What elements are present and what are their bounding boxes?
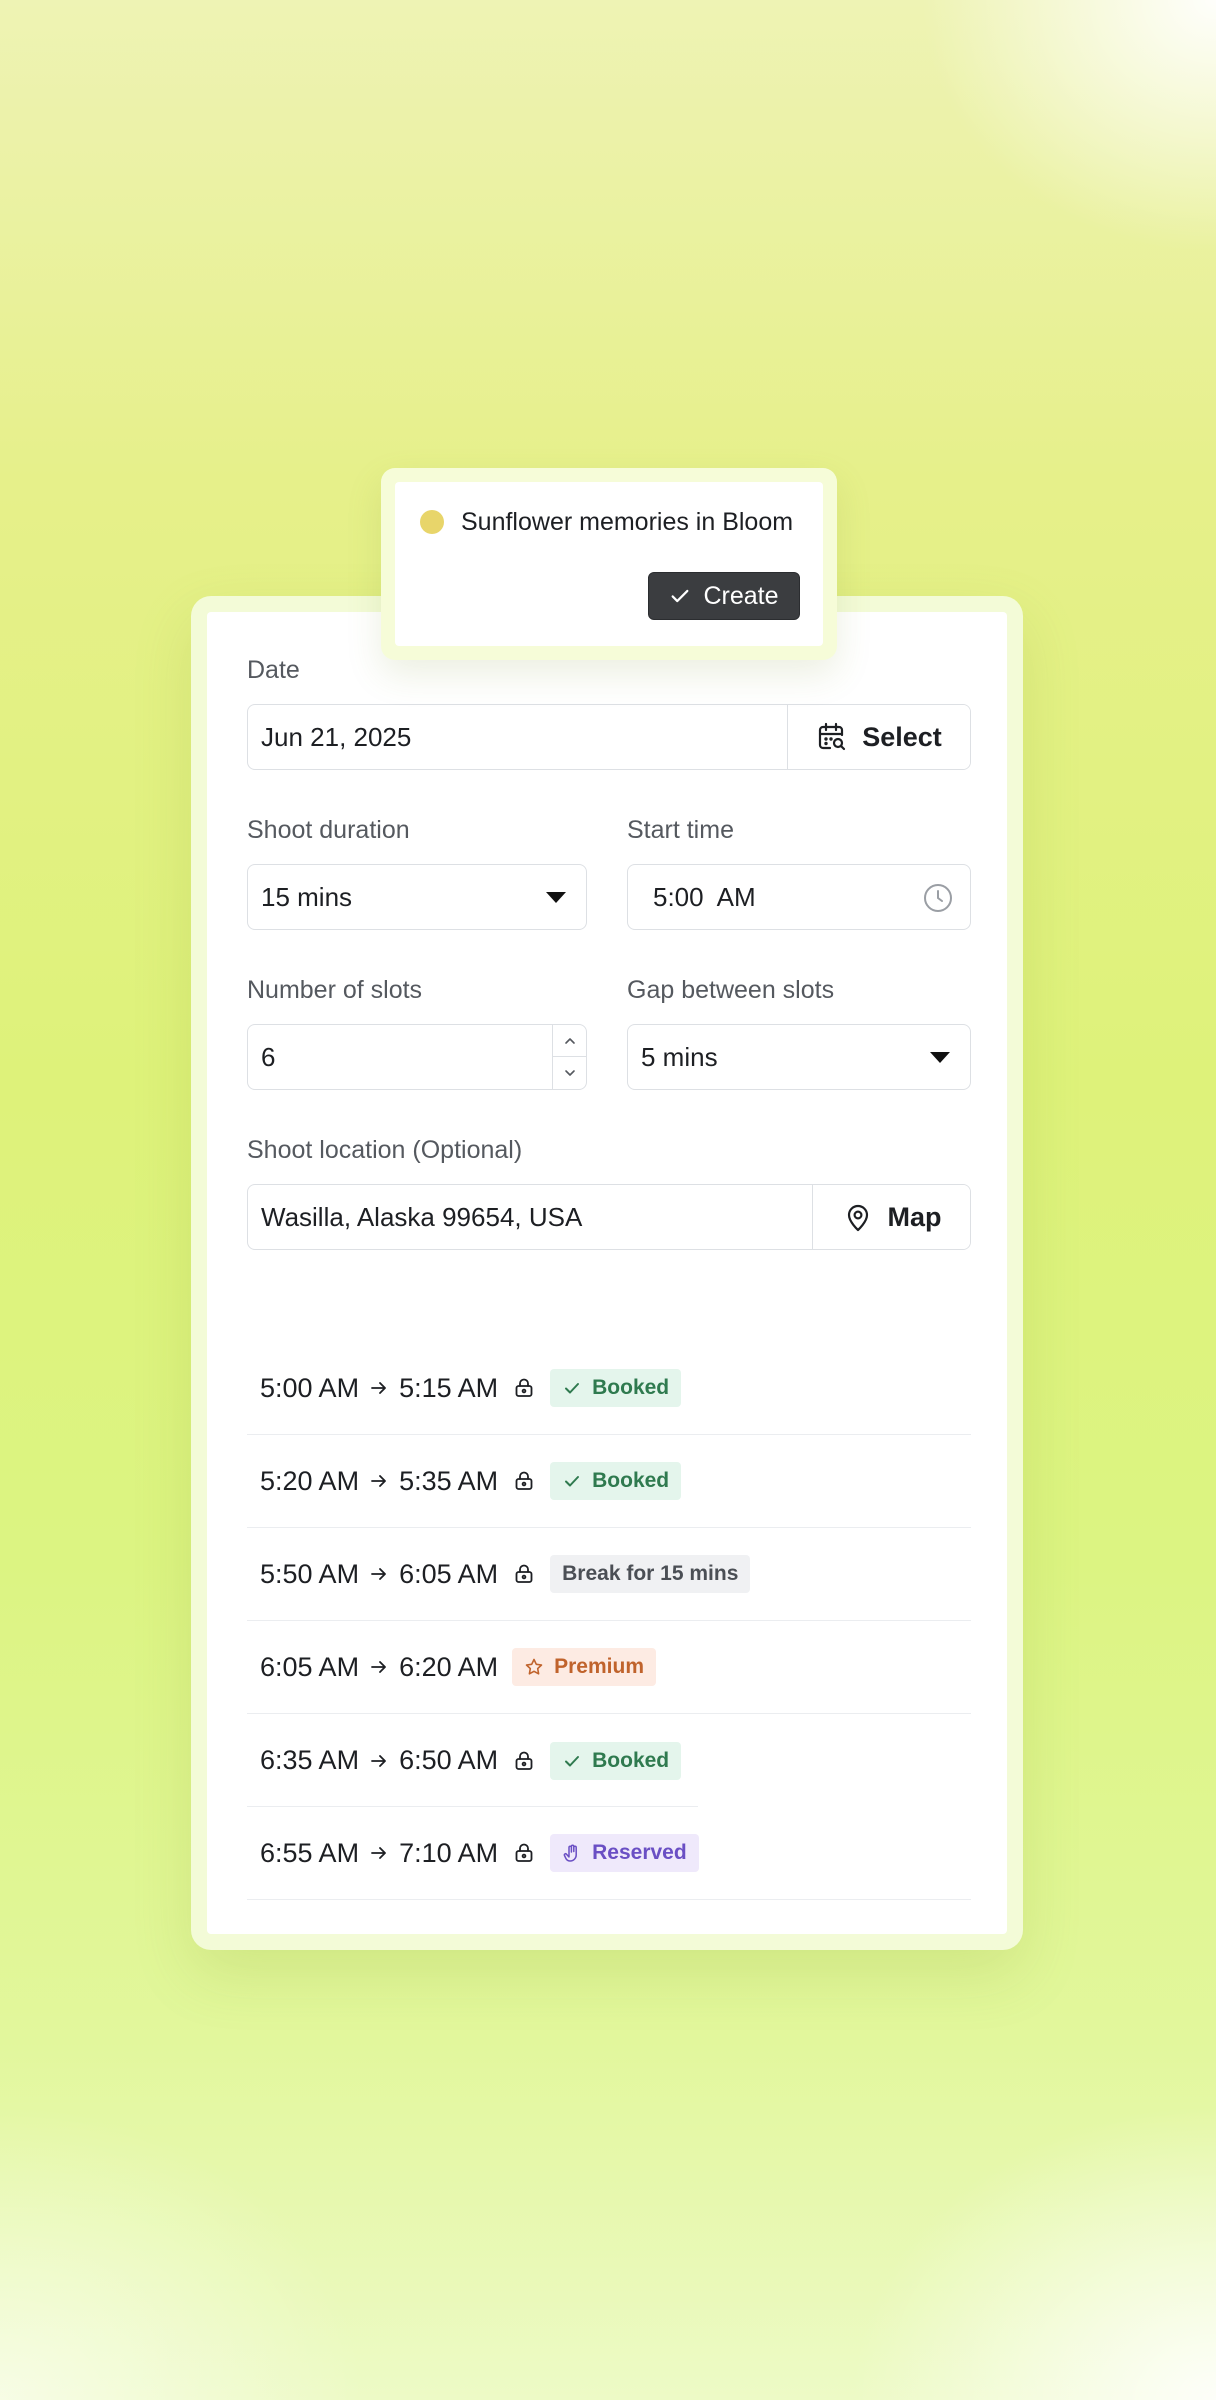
check-icon [565,1755,580,1766]
slot-row[interactable]: 6:05 AM 6:20 AM Premium [247,1621,971,1714]
slot-row[interactable]: 5:20 AM 5:35 AM Booked [247,1435,971,1528]
status-badge: Premium [512,1648,656,1686]
status-badge-label: Premium [554,1655,644,1678]
slot-end-time: 7:10 AM [399,1837,499,1868]
date-value: Jun 21, 2025 [261,721,412,752]
increment-button[interactable] [553,1025,586,1057]
slot-row[interactable]: 6:55 AM 7:10 AM Reserved [247,1807,971,1900]
slot-start-time: 5:20 AM [260,1465,360,1496]
check-icon [672,589,689,603]
status-badge-label: Booked [592,1748,670,1772]
status-badge: Break for 15 mins [550,1555,751,1593]
arrow-right-icon [371,1382,386,1394]
shoot-location-label: Shoot location (Optional) [247,1136,523,1164]
lock-icon[interactable] [512,1562,536,1586]
event-popover: Sunflower memories in Bloom Create [381,468,837,660]
status-badge-label: Reserved [592,1841,687,1864]
hand-icon [563,1844,578,1862]
clock-icon [924,884,952,912]
slot-end-time: 6:05 AM [399,1558,499,1589]
slot-start-time: 6:35 AM [260,1745,360,1775]
create-button-label: Create [703,581,779,610]
lock-icon[interactable] [512,1841,536,1865]
shoot-duration-select[interactable]: 15 mins [247,864,587,930]
date-label: Date [247,656,300,684]
check-icon [565,1476,580,1487]
chevron-up-icon [564,1037,575,1044]
slot-row[interactable]: 5:50 AM 6:05 AM Break for 15 mins [247,1528,971,1621]
select-date-label: Select [862,721,942,752]
gap-between-slots-select[interactable]: 5 mins [627,1024,971,1090]
shoot-location-value: Wasilla, Alaska 99654, USA [261,1201,583,1232]
star-icon [525,1658,543,1675]
shoot-duration-value: 15 mins [261,881,353,912]
status-badge-label: Break for 15 mins [562,1562,739,1585]
shoot-location-field[interactable]: Wasilla, Alaska 99654, USA Map [247,1184,971,1250]
select-date-button[interactable]: Select [787,705,970,769]
status-badge: Reserved [550,1834,699,1872]
number-of-slots-input[interactable]: 6 [247,1024,587,1090]
slot-end-time: 6:50 AM [399,1745,499,1775]
status-badge: Booked [550,1741,682,1780]
start-time-label: Start time [627,816,734,844]
slot-end-time: 5:35 AM [399,1465,499,1496]
slot-start-time: 5:50 AM [260,1558,360,1589]
status-badge-label: Booked [592,1469,670,1492]
lock-icon[interactable] [512,1749,536,1773]
arrow-right-icon [371,1475,386,1487]
event-title: Sunflower memories in Bloom [461,508,794,536]
decrement-button[interactable] [553,1057,586,1089]
check-icon [565,1383,580,1394]
status-badge: Booked [550,1462,682,1500]
arrow-right-icon [371,1661,386,1673]
status-badge: Booked [550,1369,682,1407]
status-badge-label: Booked [592,1376,670,1399]
number-of-slots-label: Number of slots [247,976,423,1004]
arrow-right-icon [371,1568,386,1580]
gap-between-slots-value: 5 mins [641,1041,718,1072]
chevron-down-icon [564,1070,575,1076]
create-button[interactable]: Create [648,572,800,620]
date-field[interactable]: Jun 21, 2025 Select [247,704,971,770]
start-time-value: 5:00 AM [653,881,756,912]
slot-start-time: 5:00 AM [260,1372,360,1403]
slot-start-time: 6:55 AM [260,1837,360,1868]
number-of-slots-value: 6 [261,1041,276,1072]
event-color-dot [420,510,444,534]
arrow-right-icon [371,1754,386,1767]
chevron-down-icon [546,892,566,903]
chevron-down-icon [930,1052,950,1063]
slot-form: Date Jun 21, 2025 Select Shoot duration … [207,612,1007,1934]
slot-end-time: 6:20 AM [399,1651,499,1682]
slot-form-card: Date Jun 21, 2025 Select Shoot duration … [191,596,1023,1950]
gap-between-slots-label: Gap between slots [627,976,835,1004]
shoot-duration-label: Shoot duration [247,816,410,844]
slot-row[interactable]: 6:35 AM 6:50 AM Booked [247,1714,971,1807]
start-time-input[interactable]: 5:00 AM [627,864,971,930]
map-button-label: Map [887,1201,942,1232]
map-pin-icon [847,1204,868,1232]
slot-list: 5:00 AM 5:15 AM Booked 5:20 AM 5:35 AM B… [247,1342,971,1900]
slot-end-time: 5:15 AM [399,1372,499,1403]
arrow-right-icon [371,1847,386,1859]
lock-icon[interactable] [512,1469,536,1493]
calendar-search-icon [819,722,846,751]
event-popover-body: Sunflower memories in Bloom Create [395,482,823,646]
slot-row[interactable]: 5:00 AM 5:15 AM Booked [247,1342,971,1435]
map-button[interactable]: Map [812,1185,970,1249]
slot-start-time: 6:05 AM [260,1651,360,1682]
lock-icon[interactable] [512,1376,536,1400]
quantity-stepper[interactable] [552,1025,586,1089]
